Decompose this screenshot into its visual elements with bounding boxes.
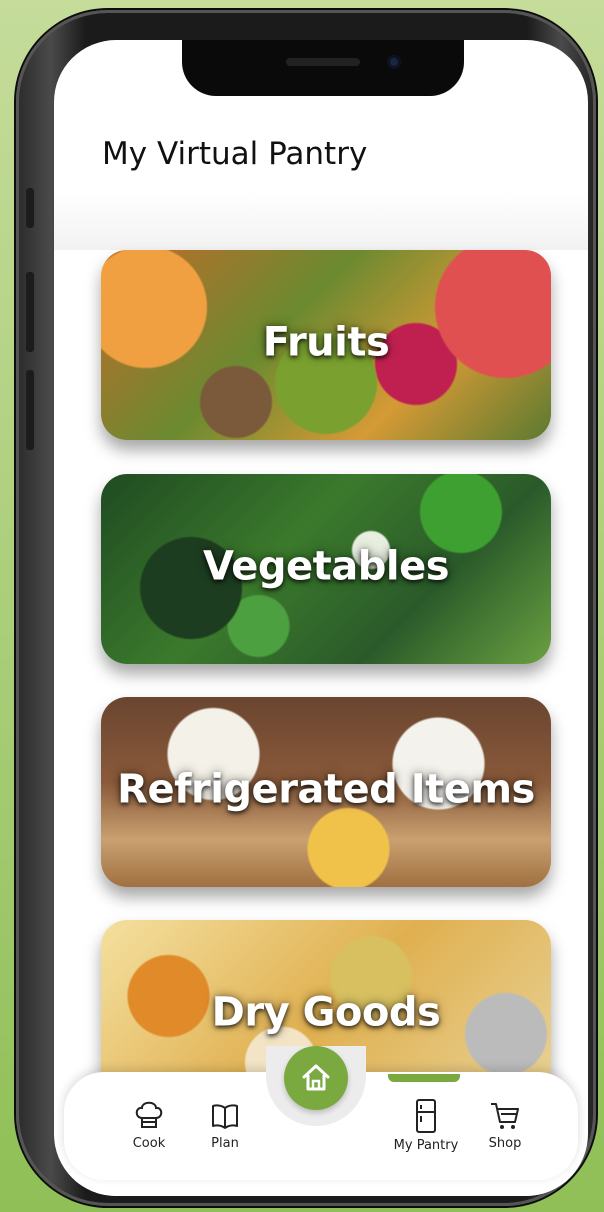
category-card-refrigerated-items[interactable]: Refrigerated Items — [101, 697, 551, 887]
nav-item-my-pantry[interactable]: My Pantry — [390, 1098, 462, 1153]
notch — [182, 40, 464, 96]
volume-up-button — [26, 272, 34, 352]
nav-label: Plan — [211, 1136, 239, 1151]
category-label: Fruits — [262, 319, 390, 366]
active-tab-indicator — [388, 1074, 460, 1082]
shopping-cart-icon — [491, 1103, 519, 1129]
speaker — [286, 58, 360, 66]
chef-hat-icon — [135, 1101, 163, 1128]
nav-item-plan[interactable]: Plan — [190, 1098, 260, 1151]
nav-item-shop[interactable]: Shop — [470, 1098, 540, 1151]
app-screen: My Virtual Pantry Fruits Vegetables Refr… — [54, 40, 588, 1196]
phone-frame: My Virtual Pantry Fruits Vegetables Refr… — [16, 10, 596, 1206]
nav-label: Cook — [132, 1136, 166, 1151]
home-button[interactable] — [284, 1046, 348, 1110]
silent-switch — [26, 188, 34, 228]
header-shade — [54, 190, 588, 250]
category-label: Vegetables — [202, 543, 450, 590]
nav-label: My Pantry — [393, 1138, 459, 1153]
category-card-fruits[interactable]: Fruits — [101, 250, 551, 440]
category-label: Dry Goods — [211, 989, 441, 1036]
open-book-icon — [212, 1104, 238, 1129]
bottom-safe-area — [54, 1180, 588, 1196]
volume-down-button — [26, 370, 34, 450]
category-label: Refrigerated Items — [117, 766, 535, 813]
category-card-vegetables[interactable]: Vegetables — [101, 474, 551, 664]
front-camera — [387, 55, 401, 69]
nav-item-cook[interactable]: Cook — [114, 1098, 184, 1151]
nav-label: Shop — [488, 1136, 522, 1151]
fridge-icon — [416, 1099, 436, 1133]
home-icon — [302, 1064, 330, 1091]
page-title: My Virtual Pantry — [102, 136, 368, 172]
